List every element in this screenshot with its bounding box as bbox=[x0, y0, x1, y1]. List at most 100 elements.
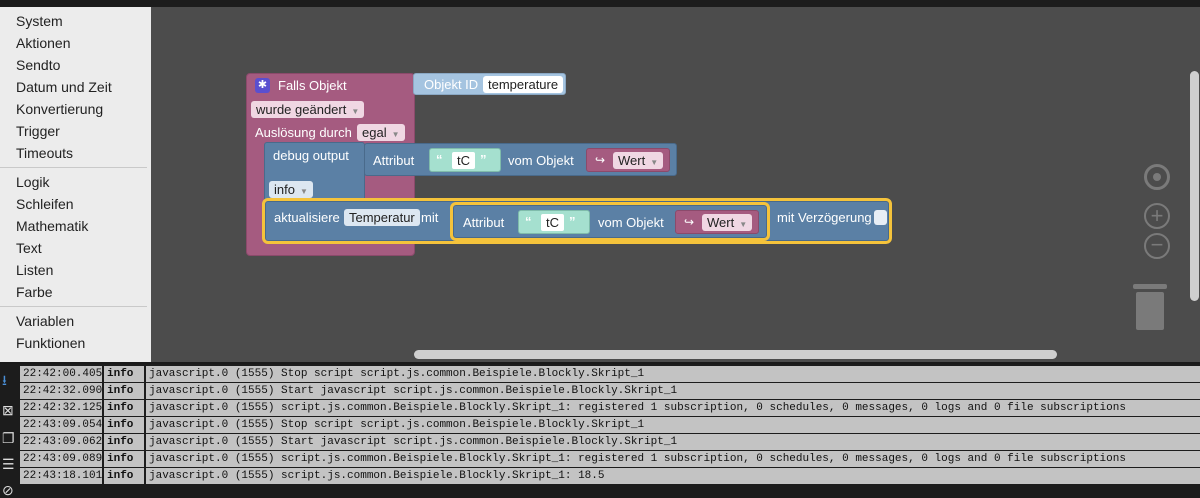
app: System Aktionen Sendto Datum und Zeit Ko… bbox=[0, 0, 1200, 498]
trigger-value: egal bbox=[362, 125, 387, 140]
toolbox-group-1: System Aktionen Sendto Datum und Zeit Ko… bbox=[0, 10, 151, 164]
debug-attr-label: Attribut bbox=[373, 153, 415, 168]
log-message: javascript.0 (1555) Start javascript scr… bbox=[146, 434, 1200, 450]
debug-attr-input[interactable]: tC bbox=[452, 152, 475, 169]
trash-icon[interactable] bbox=[1133, 281, 1167, 331]
toolbox-item-sendto[interactable]: Sendto bbox=[0, 54, 151, 76]
update-string-block[interactable]: “ tC ” bbox=[518, 210, 590, 234]
update-value-text: Wert bbox=[707, 215, 735, 230]
log-row: 22:43:09.089 info javascript.0 (1555) scri… bbox=[20, 451, 1200, 467]
recenter-icon[interactable] bbox=[1144, 164, 1170, 190]
update-attr-input[interactable]: tC bbox=[541, 214, 564, 231]
delay-checkbox[interactable] bbox=[874, 210, 887, 225]
quote-open-icon: “ bbox=[525, 214, 532, 229]
event-changed-dropdown[interactable]: wurde geändert ▼ bbox=[251, 101, 365, 118]
debug-output-block[interactable]: debug output info ▼ bbox=[264, 142, 365, 202]
vertical-scrollbar[interactable] bbox=[1190, 71, 1199, 301]
log-level: info bbox=[104, 417, 144, 433]
event-gear-icon[interactable]: ✱ bbox=[255, 78, 270, 93]
toolbox-item-konvertierung[interactable]: Konvertierung bbox=[0, 98, 151, 120]
quote-close-icon: ” bbox=[569, 214, 576, 229]
debug-value-dropdown[interactable]: Wert ▼ bbox=[613, 152, 664, 169]
arrow-down-icon[interactable]: ⭳ bbox=[2, 370, 7, 394]
toolbox-item-variablen[interactable]: Variablen bbox=[0, 310, 151, 332]
blockly-toolbox: System Aktionen Sendto Datum und Zeit Ko… bbox=[0, 7, 151, 362]
horizontal-scrollbar[interactable] bbox=[414, 350, 1057, 359]
update-block[interactable]: aktualisiere Temperatur mit Attribut “ t… bbox=[262, 198, 892, 244]
log-toolbar: ⭳ ⊠ ❐ ☰ ⊘ bbox=[0, 364, 20, 498]
toolbox-item-listen[interactable]: Listen bbox=[0, 259, 151, 281]
event-title: Falls Objekt bbox=[278, 78, 347, 93]
top-bar bbox=[0, 0, 1200, 7]
toolbox-group-2: Logik Schleifen Mathematik Text Listen F… bbox=[0, 171, 151, 303]
toolbox-item-datum-und-zeit[interactable]: Datum und Zeit bbox=[0, 76, 151, 98]
log-time: 22:42:32.125 bbox=[20, 400, 102, 416]
log-time: 22:43:09.054 bbox=[20, 417, 102, 433]
event-changed-value: wurde geändert bbox=[256, 102, 347, 117]
toolbox-item-logik[interactable]: Logik bbox=[0, 171, 151, 193]
update-variable-dropdown[interactable]: Temperatur bbox=[344, 209, 420, 226]
log-message: javascript.0 (1555) Stop script script.j… bbox=[146, 366, 1200, 382]
eye-off-icon[interactable]: ⊘ bbox=[2, 482, 14, 498]
debug-level-value: info bbox=[274, 182, 295, 197]
log-row: 22:42:00.405 info javascript.0 (1555) Stop… bbox=[20, 366, 1200, 382]
blockly-workspace[interactable]: ✱ Falls Objekt wurde geändert ▼ Auslösung… bbox=[151, 7, 1200, 362]
object-id-label: Objekt ID bbox=[424, 77, 479, 92]
zoom-out-icon[interactable]: − bbox=[1144, 233, 1170, 259]
log-level: info bbox=[104, 400, 144, 416]
list-icon[interactable]: ☰ bbox=[2, 456, 15, 473]
update-with-label: mit bbox=[421, 210, 439, 225]
toolbox-item-funktionen[interactable]: Funktionen bbox=[0, 332, 151, 354]
log-row: 22:43:09.062 info javascript.0 (1555) Star… bbox=[20, 434, 1200, 450]
log-level: info bbox=[104, 468, 144, 484]
update-value-block[interactable]: ↪ Wert ▼ bbox=[675, 210, 759, 234]
log-message: javascript.0 (1555) script.js.common.Bei… bbox=[146, 468, 1200, 484]
debug-value-block[interactable]: ↪ Wert ▼ bbox=[586, 148, 670, 172]
zoom-in-icon[interactable]: + bbox=[1144, 203, 1170, 229]
log-panel: ⭳ ⊠ ❐ ☰ ⊘ 22:42:00.405 info javascript.0 (… bbox=[0, 364, 1200, 498]
update-from-label: vom Objekt bbox=[598, 215, 664, 230]
chevron-down-icon: ▼ bbox=[351, 107, 360, 116]
toolbox-item-timeouts[interactable]: Timeouts bbox=[0, 142, 151, 164]
toolbox-item-system[interactable]: System bbox=[0, 10, 151, 32]
recenter-dot bbox=[1153, 173, 1161, 181]
chevron-down-icon: ▼ bbox=[739, 220, 748, 229]
trigger-label: Auslösung durch bbox=[255, 125, 352, 140]
toolbox-item-aktionen[interactable]: Aktionen bbox=[0, 32, 151, 54]
copy-icon[interactable]: ❐ bbox=[2, 430, 15, 447]
log-level: info bbox=[104, 451, 144, 467]
trigger-dropdown[interactable]: egal ▼ bbox=[357, 124, 405, 141]
log-level: info bbox=[104, 366, 144, 382]
log-row: 22:42:32.090 info javascript.0 (1555) Star… bbox=[20, 383, 1200, 399]
log-message: javascript.0 (1555) script.js.common.Bei… bbox=[146, 451, 1200, 467]
update-delay-label: mit Verzögerung bbox=[777, 210, 872, 225]
toolbox-item-farbe[interactable]: Farbe bbox=[0, 281, 151, 303]
chevron-down-icon: ▼ bbox=[299, 187, 308, 196]
log-message: javascript.0 (1555) Start javascript scr… bbox=[146, 383, 1200, 399]
log-level: info bbox=[104, 434, 144, 450]
update-attr-label: Attribut bbox=[463, 215, 505, 230]
object-id-block[interactable]: Objekt ID temperature bbox=[413, 73, 566, 95]
update-value-dropdown[interactable]: Wert ▼ bbox=[702, 214, 753, 231]
toolbox-separator bbox=[0, 306, 147, 307]
debug-attribute-block[interactable]: Attribut “ tC ” vom Objekt ↪ Wert ▼ bbox=[364, 143, 677, 176]
trash-lid bbox=[1133, 284, 1167, 289]
log-time: 22:43:09.062 bbox=[20, 434, 102, 450]
log-row: 22:43:09.054 info javascript.0 (1555) Stop… bbox=[20, 417, 1200, 433]
debug-level-dropdown[interactable]: info ▼ bbox=[269, 181, 313, 198]
toolbox-item-mathematik[interactable]: Mathematik bbox=[0, 215, 151, 237]
debug-value-text: Wert bbox=[618, 153, 646, 168]
trash-x-icon[interactable]: ⊠ bbox=[2, 402, 14, 419]
log-time: 22:42:00.405 bbox=[20, 366, 102, 382]
return-arrow-icon: ↪ bbox=[684, 215, 695, 229]
return-arrow-icon: ↪ bbox=[595, 153, 606, 167]
chevron-down-icon: ▼ bbox=[391, 130, 400, 139]
log-time: 22:43:09.089 bbox=[20, 451, 102, 467]
toolbox-item-schleifen[interactable]: Schleifen bbox=[0, 193, 151, 215]
debug-string-block[interactable]: “ tC ” bbox=[429, 148, 501, 172]
object-id-input[interactable]: temperature bbox=[483, 76, 564, 93]
log-level: info bbox=[104, 383, 144, 399]
toolbox-item-text[interactable]: Text bbox=[0, 237, 151, 259]
update-attribute-block[interactable]: Attribut “ tC ” vom Objekt ↪ Wert ▼ bbox=[450, 202, 770, 241]
toolbox-item-trigger[interactable]: Trigger bbox=[0, 120, 151, 142]
